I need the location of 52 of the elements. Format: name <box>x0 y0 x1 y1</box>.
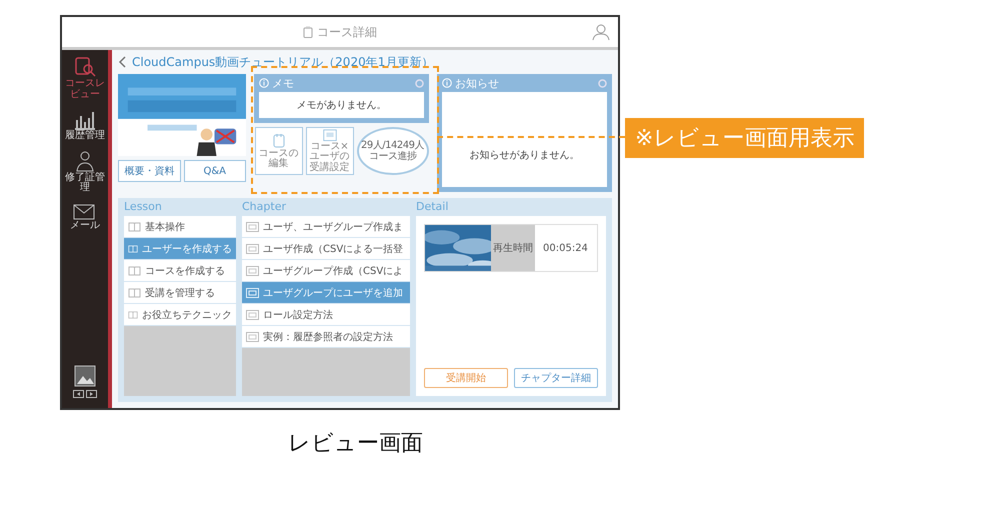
course-button[interactable]: 概要・資料 <box>118 160 180 182</box>
column-heading: Lesson <box>124 199 162 215</box>
screen-icon <box>322 129 338 142</box>
empty-message: メモがありません。 <box>296 99 386 112</box>
detail-button[interactable]: チャプター詳細 <box>514 368 598 388</box>
column-heading: Detail <box>416 199 448 215</box>
duration-label: 再生時間 <box>491 225 535 271</box>
lesson-item[interactable]: 基本操作 <box>124 216 236 237</box>
empty-message: お知らせがありません。 <box>470 149 580 162</box>
figure-caption: レビュー画面 <box>288 430 423 458</box>
column-heading: Chapter <box>242 199 286 215</box>
film-icon <box>246 244 259 254</box>
action-tile[interactable]: コースの編集 <box>254 127 302 175</box>
chapter-item[interactable]: ロール設定方法 <box>242 304 410 325</box>
chapter-item[interactable]: ユーザ、ユーザグループ作成ま <box>242 216 410 237</box>
user-icon[interactable] <box>592 23 610 41</box>
lesson-item[interactable]: 受講を管理する <box>124 282 236 303</box>
book-icon <box>128 310 138 320</box>
document-search-icon <box>73 56 97 78</box>
course-button[interactable]: Q&A <box>184 160 246 182</box>
sidebar-item[interactable]: メール <box>63 202 107 231</box>
chapter-item[interactable]: ユーザグループ作成（CSVによ <box>242 260 410 281</box>
info-icon <box>259 78 269 88</box>
back-icon[interactable] <box>118 56 126 68</box>
progress-ring[interactable]: 29人/14249人 コース進捗 <box>356 127 428 175</box>
sidebar-item[interactable]: 履歴管理 <box>63 108 107 142</box>
sidebar-item[interactable]: 修了証管理 <box>63 150 107 194</box>
chapter-item[interactable]: ユーザ作成（CSVによる一括登 <box>242 238 410 259</box>
lesson-item[interactable]: コースを作成する <box>124 260 236 281</box>
film-icon <box>246 222 259 232</box>
previous-icon[interactable] <box>73 390 84 398</box>
lesson-item[interactable]: お役立ちテクニック <box>124 304 236 325</box>
film-icon <box>246 266 259 276</box>
window-title: コース詳細 <box>317 24 377 40</box>
sidebar-item[interactable]: コースレビュー <box>63 56 107 100</box>
action-tile[interactable]: コース×ユーザの受講設定 <box>306 127 354 175</box>
chapter-item[interactable]: 実例：履歴参照者の設定方法 <box>242 326 410 347</box>
image-icon[interactable] <box>74 365 96 387</box>
panel-title: メモ <box>272 76 294 90</box>
duration-value: 00:05:24 <box>542 242 588 256</box>
book-icon <box>128 288 141 298</box>
annotation-label: ※レビュー画面用表示 <box>625 118 864 158</box>
info-icon <box>442 78 452 88</box>
book-icon <box>128 244 138 254</box>
film-icon <box>246 288 259 298</box>
film-icon <box>246 310 259 320</box>
next-icon[interactable] <box>86 390 97 398</box>
envelope-icon <box>73 202 97 220</box>
film-icon <box>246 332 259 342</box>
panel-title: お知らせ <box>455 76 499 90</box>
book-icon <box>128 266 141 276</box>
book-icon <box>128 222 141 232</box>
